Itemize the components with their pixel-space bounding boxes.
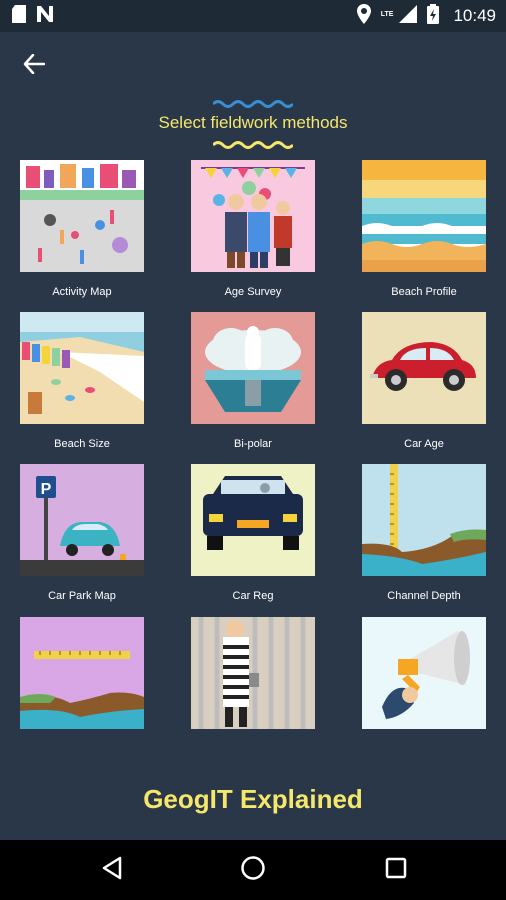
arrow-left-icon: [23, 53, 46, 79]
method-label: Beach Size: [54, 438, 110, 450]
method-image: [191, 312, 315, 424]
method-card-car-age[interactable]: Car Age: [362, 312, 486, 450]
method-card-beach-profile[interactable]: Beach Profile: [362, 160, 486, 298]
signal-icon: [399, 4, 418, 28]
title-wave-bottom: [211, 137, 295, 155]
method-image: [191, 617, 315, 729]
method-image: [362, 617, 486, 729]
status-bar: LTE 10:49: [0, 0, 506, 32]
nav-home-button[interactable]: [235, 852, 271, 888]
status-left: [12, 4, 54, 28]
method-card-bi-polar[interactable]: Bi-polar: [191, 312, 315, 450]
method-card-beach-size[interactable]: Beach Size: [20, 312, 144, 450]
method-label: Channel Depth: [387, 590, 461, 602]
method-card-channel-width[interactable]: [20, 617, 144, 743]
back-button[interactable]: [16, 48, 52, 84]
method-image: [362, 464, 486, 576]
notification-n-icon: [36, 5, 54, 28]
app-screen: Select fieldwork methods Activity Map Ag…: [0, 32, 506, 840]
footer-title: GeogIT Explained: [143, 784, 363, 814]
title-wrap: Select fieldwork methods: [0, 96, 506, 132]
method-image: [20, 617, 144, 729]
method-image: [362, 312, 486, 424]
method-image: [20, 160, 144, 272]
method-image: [362, 160, 486, 272]
nav-back-button[interactable]: [94, 852, 130, 888]
network-type: LTE: [380, 10, 394, 18]
location-icon: [356, 3, 371, 29]
method-label: Car Age: [404, 438, 444, 450]
nav-recents-button[interactable]: [378, 852, 414, 888]
back-triangle-icon: [101, 856, 123, 885]
method-card-cultural-memory[interactable]: [362, 617, 486, 743]
method-label: Beach Profile: [391, 286, 457, 298]
home-circle-icon: [240, 855, 266, 886]
method-label: Age Survey: [224, 286, 282, 298]
method-card-car-park-map[interactable]: P Car Park Map: [20, 464, 144, 602]
status-right: LTE 10:49: [356, 3, 496, 29]
method-label: Car Park Map: [48, 590, 116, 602]
method-image: P: [20, 464, 144, 576]
method-image: [20, 312, 144, 424]
method-image: [191, 160, 315, 272]
method-image: [191, 464, 315, 576]
method-label: Activity Map: [52, 286, 112, 298]
method-label: Bi-polar: [234, 438, 272, 450]
method-card-crime-perception[interactable]: [191, 617, 315, 743]
page-title: Select fieldwork methods: [158, 113, 348, 132]
sd-card-icon: [12, 4, 26, 28]
recents-square-icon: [385, 857, 407, 884]
method-card-car-reg[interactable]: Car Reg: [191, 464, 315, 602]
method-card-channel-depth[interactable]: Channel Depth: [362, 464, 486, 602]
system-nav-bar: [0, 840, 506, 900]
method-card-activity-map[interactable]: Activity Map: [20, 160, 144, 298]
method-card-age-survey[interactable]: Age Survey: [191, 160, 315, 298]
method-label: Car Reg: [232, 590, 274, 602]
svg-text:P: P: [41, 481, 52, 498]
battery-charging-icon: [427, 3, 440, 29]
status-time: 10:49: [453, 6, 496, 25]
